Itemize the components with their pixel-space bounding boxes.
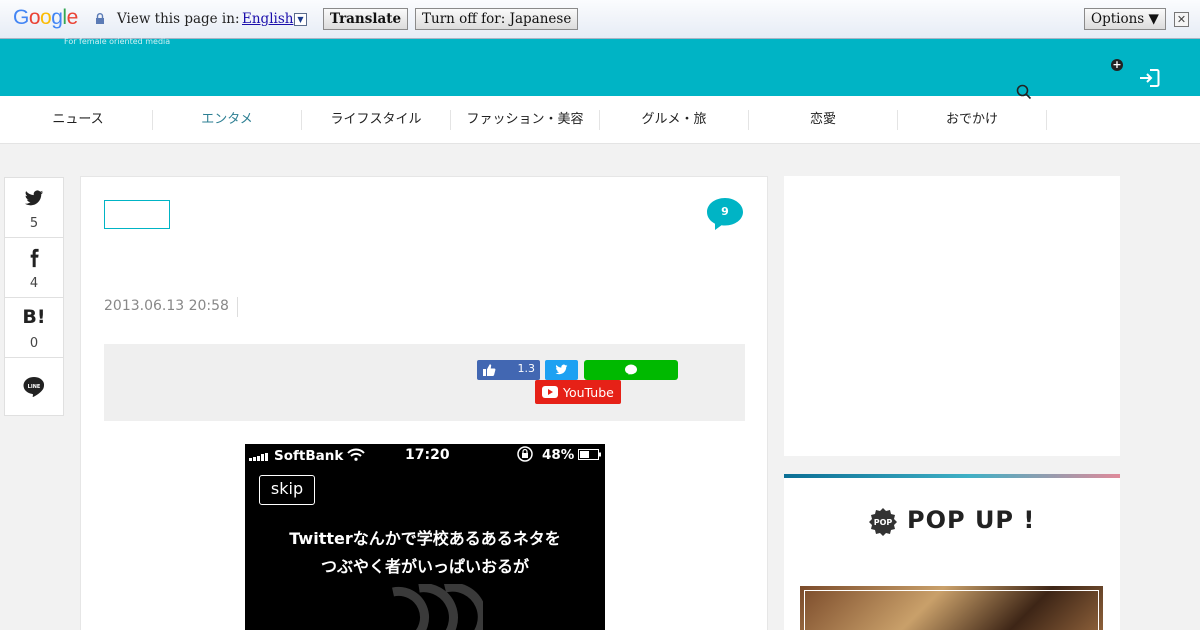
signal-icon (249, 453, 268, 461)
category-tag[interactable] (104, 200, 170, 229)
line-logo-icon (625, 364, 637, 375)
popup-divider (784, 474, 1120, 478)
options-button[interactable]: Options ▼ (1084, 8, 1166, 30)
wifi-icon (347, 448, 365, 461)
phone-caption-line2: つぶやく者がいっぱいおるが (320, 557, 529, 576)
turn-off-button[interactable]: Turn off for: Japanese (415, 8, 579, 30)
facebook-count: 4 (29, 276, 39, 291)
twitter-tweet-button[interactable] (545, 360, 578, 380)
social-share-rail: 5 4 B! 0 LINE (4, 177, 64, 416)
line-share[interactable]: LINE (5, 358, 63, 416)
header-tagline: For female oriented media (64, 37, 171, 46)
popup-title: POP UP ! (907, 506, 1036, 534)
search-icon[interactable] (1016, 84, 1032, 100)
hatena-bookmark-icon: B! (22, 306, 46, 328)
google-logo-letter: o (40, 6, 52, 29)
youtube-subscribe-button[interactable]: YouTube (535, 380, 621, 404)
nav-item[interactable]: エンタメ (153, 110, 302, 130)
twitter-icon (24, 190, 44, 206)
translate-button[interactable]: Translate (323, 8, 409, 30)
youtube-label: YouTube (563, 385, 614, 400)
image-frame (804, 590, 1099, 630)
translate-bar: Google View this page in: English ▼ Tran… (0, 0, 1200, 39)
google-logo-letter: e (66, 6, 79, 29)
main-nav: ニュース エンタメ ライフスタイル ファッション・美容 グルメ・旅 恋愛 おでかけ (0, 84, 1200, 144)
nav-item[interactable]: グルメ・旅 (600, 110, 749, 130)
hatena-count: 0 (29, 336, 39, 351)
nav-item[interactable]: 恋愛 (749, 110, 898, 130)
language-select[interactable]: English (242, 11, 293, 27)
facebook-icon (30, 248, 39, 268)
sound-wave-graphic (392, 584, 483, 630)
google-logo-letter: G (13, 6, 29, 29)
close-icon[interactable]: ✕ (1174, 12, 1189, 27)
rotation-lock-icon (517, 446, 533, 462)
svg-text:LINE: LINE (28, 384, 41, 390)
google-logo-letter: o (28, 6, 41, 29)
ad-slot (784, 176, 1120, 456)
share-box: 1.3 YouTube (104, 344, 745, 421)
view-page-label: View this page in: (117, 11, 240, 27)
facebook-like-button[interactable]: 1.3 (477, 360, 540, 380)
article-card: 9 2013.06.13 20:58 1.3 YouTube SoftBank … (80, 176, 768, 630)
login-icon[interactable] (1138, 68, 1160, 88)
twitter-count: 5 (29, 216, 39, 231)
facebook-like-count: 1.3 (517, 362, 536, 375)
comment-count: 9 (721, 205, 729, 218)
plus-icon[interactable]: + (1111, 59, 1123, 71)
phone-caption-line1: Twitterなんかで学校あるあるネタを (289, 529, 561, 548)
phone-screenshot-image: SoftBank 17:20 48% skip Twitterなんかで学校あるあ… (245, 444, 605, 630)
pop-badge-icon: POP (869, 508, 897, 536)
nav-item[interactable]: ニュース (4, 110, 153, 130)
popup-section: POP POP UP ! (784, 474, 1120, 630)
svg-text:POP: POP (874, 518, 893, 527)
phone-battery: 48% (542, 447, 575, 463)
phone-time: 17:20 (405, 447, 450, 463)
lock-icon (96, 13, 104, 24)
line-icon: LINE (23, 377, 45, 397)
line-share-button[interactable] (584, 360, 678, 380)
battery-icon (578, 449, 601, 460)
page-root: Google View this page in: English ▼ Tran… (0, 0, 1200, 630)
twitter-bird-icon (555, 364, 568, 375)
twitter-share[interactable]: 5 (5, 178, 63, 238)
google-logo-letter: g (51, 6, 63, 29)
hatena-share[interactable]: B! 0 (5, 298, 63, 358)
google-logo: Google (13, 6, 78, 30)
skip-button: skip (259, 475, 315, 505)
nav-item[interactable]: ファッション・美容 (451, 110, 600, 130)
youtube-icon (542, 386, 558, 398)
popup-featured-image[interactable] (800, 586, 1103, 630)
facebook-share[interactable]: 4 (5, 238, 63, 298)
phone-carrier: SoftBank (274, 448, 344, 464)
nav-item[interactable]: おでかけ (898, 110, 1047, 130)
thumbs-up-icon (483, 364, 496, 376)
nav-item[interactable]: ライフスタイル (302, 110, 451, 130)
article-date: 2013.06.13 20:58 (104, 297, 238, 317)
chevron-down-icon[interactable]: ▼ (294, 13, 307, 26)
